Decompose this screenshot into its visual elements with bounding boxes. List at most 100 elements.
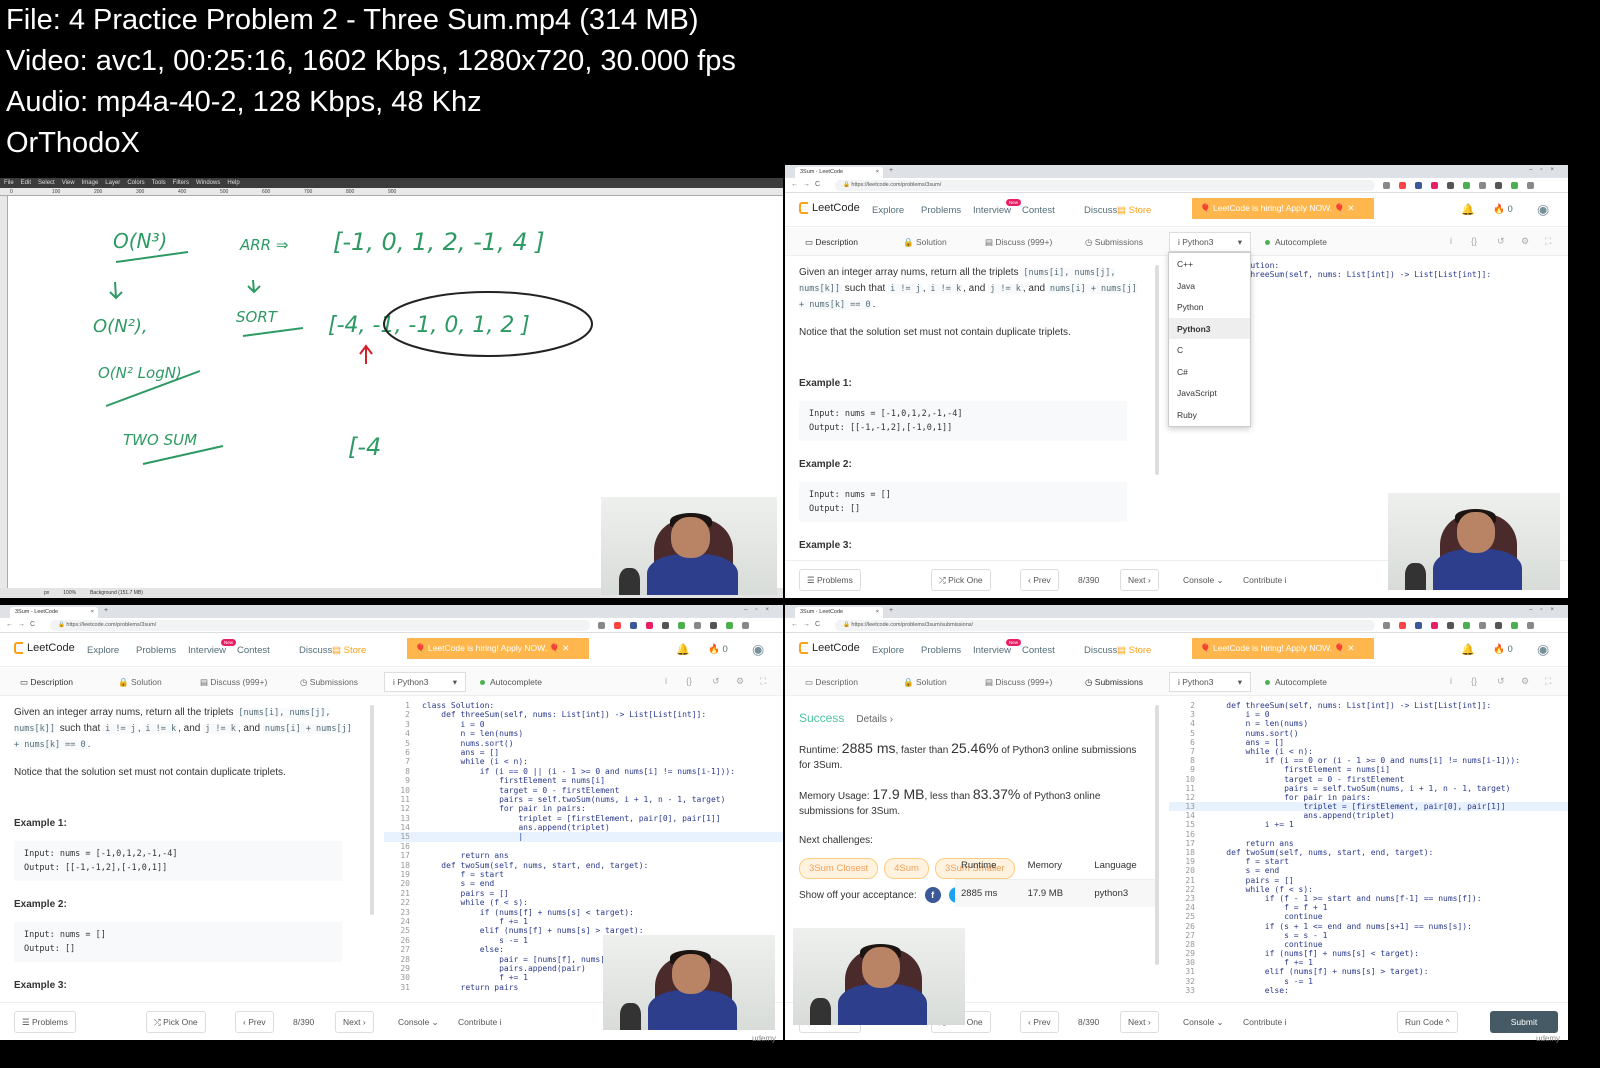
tab-submissions[interactable]: ◷ Submissions — [1085, 677, 1143, 688]
left-pane-scrollbar[interactable] — [1155, 705, 1159, 965]
menu-item-select[interactable]: Select — [38, 180, 55, 186]
contribute-link[interactable]: Contribute i — [1243, 1017, 1286, 1027]
bell-icon[interactable]: 🔔 — [676, 643, 690, 656]
reset-icon[interactable]: ↺ — [1497, 676, 1505, 687]
challenge-chip[interactable]: 3Sum Closest — [799, 858, 879, 879]
hiring-banner[interactable]: 🎈 LeetCode is hiring! Apply NOW. 🎈 ✕ — [1192, 638, 1374, 659]
extension-icon[interactable] — [1511, 182, 1518, 189]
nav-discuss[interactable]: Discuss — [1084, 645, 1117, 656]
tab-submissions[interactable]: ◷ Submissions — [1085, 237, 1143, 248]
notification-count[interactable]: 🔥 0 — [1493, 204, 1513, 215]
language-select[interactable]: i Python3 ▾ — [1169, 672, 1251, 692]
details-link[interactable]: Details › — [856, 714, 893, 725]
browser-nav-buttons[interactable]: ←→C — [791, 621, 825, 628]
browser-nav-buttons[interactable]: ←→C — [791, 181, 825, 188]
extension-icon[interactable] — [1463, 622, 1470, 629]
extension-icon[interactable] — [1447, 182, 1454, 189]
tab-discuss[interactable]: ▤ Discuss (999+) — [985, 677, 1052, 688]
settings-icon[interactable]: ⚙ — [1521, 676, 1529, 687]
hiring-banner[interactable]: 🎈 LeetCode is hiring! Apply NOW. 🎈 ✕ — [407, 638, 589, 659]
language-option[interactable]: Python3 — [1169, 317, 1250, 339]
reset-icon[interactable]: ↺ — [712, 676, 720, 687]
tab-description[interactable]: ▭ Description — [20, 677, 73, 688]
menu-item-windows[interactable]: Windows — [196, 180, 220, 186]
tab-solution[interactable]: 🔒 Solution — [903, 677, 947, 688]
extension-icon[interactable] — [678, 622, 685, 629]
info-icon[interactable]: i — [1450, 236, 1452, 246]
extension-icon[interactable] — [1399, 182, 1406, 189]
language-option[interactable]: Python — [1169, 296, 1250, 318]
challenge-chip[interactable]: 4Sum — [884, 858, 929, 879]
tab-description[interactable]: ▭ Description — [805, 677, 858, 688]
reset-icon[interactable]: ↺ — [1497, 236, 1505, 247]
extension-icon[interactable] — [1495, 182, 1502, 189]
extension-icon[interactable] — [614, 622, 621, 629]
fullscreen-icon[interactable]: ⛶ — [760, 676, 766, 687]
language-select[interactable]: i Python3 ▾ — [1169, 232, 1251, 252]
menu-item-layer[interactable]: Layer — [105, 180, 120, 186]
extension-icon[interactable] — [710, 622, 717, 629]
notification-count[interactable]: 🔥 0 — [1493, 644, 1513, 655]
extension-icon[interactable] — [1383, 622, 1390, 629]
pick-one-button[interactable]: ⤮ Pick One — [146, 1011, 206, 1033]
leetcode-logo[interactable]: LeetCode — [799, 642, 860, 654]
info-icon[interactable]: i — [1450, 676, 1452, 686]
tab-close-icon[interactable]: × — [876, 169, 879, 175]
leetcode-logo[interactable]: LeetCode — [799, 202, 860, 214]
nav-interview[interactable]: Interview New — [188, 639, 237, 656]
console-button[interactable]: Console ⌄ — [1183, 575, 1224, 586]
fullscreen-icon[interactable]: ⛶ — [1545, 236, 1551, 247]
language-select[interactable]: i Python3 ▾ — [384, 672, 466, 692]
nav-problems[interactable]: Problems — [921, 205, 961, 216]
autocomplete-toggle[interactable]: Autocomplete — [1265, 237, 1327, 247]
menu-item-help[interactable]: Help — [227, 180, 239, 186]
autocomplete-toggle[interactable]: Autocomplete — [1265, 677, 1327, 687]
nav-store[interactable]: ▤ Store — [1117, 205, 1151, 216]
menu-item-image[interactable]: Image — [82, 180, 99, 186]
nav-explore[interactable]: Explore — [872, 205, 904, 216]
left-pane-scrollbar[interactable] — [370, 705, 374, 915]
url-input[interactable]: 🔒 https://leetcode.com/problems/3sum/ — [50, 620, 590, 631]
nav-contest[interactable]: Contest — [237, 645, 270, 656]
menu-item-filters[interactable]: Filters — [173, 180, 189, 186]
browser-nav-buttons[interactable]: ←→C — [6, 621, 40, 628]
bell-icon[interactable]: 🔔 — [1461, 203, 1475, 216]
fullscreen-icon[interactable]: ⛶ — [1545, 676, 1551, 687]
tab-solution[interactable]: 🔒 Solution — [118, 677, 162, 688]
bell-icon[interactable]: 🔔 — [1461, 643, 1475, 656]
new-tab-button[interactable]: + — [889, 607, 893, 614]
extension-icon[interactable] — [1479, 622, 1486, 629]
avatar[interactable]: ◉ — [1537, 641, 1549, 658]
info-icon[interactable]: i — [665, 676, 667, 686]
braces-icon[interactable]: {} — [1471, 236, 1477, 246]
url-input[interactable]: 🔒 https://leetcode.com/problems/3sum/sub… — [835, 620, 1375, 631]
prev-button[interactable]: ‹ Prev — [1020, 1011, 1059, 1033]
extension-icon[interactable] — [1463, 182, 1470, 189]
problems-button[interactable]: ☰ Problems — [14, 1011, 76, 1033]
menu-item-view[interactable]: View — [62, 180, 75, 186]
extension-icon[interactable] — [630, 622, 637, 629]
settings-icon[interactable]: ⚙ — [736, 676, 744, 687]
language-option[interactable]: JavaScript — [1169, 382, 1250, 404]
url-input[interactable]: 🔒 https://leetcode.com/problems/3sum/ — [835, 180, 1375, 191]
code-editor[interactable]: 2 def threeSum(self, nums: List[int]) ->… — [1169, 697, 1568, 1002]
tab-discuss[interactable]: ▤ Discuss (999+) — [985, 237, 1052, 248]
language-option[interactable]: Ruby — [1169, 404, 1250, 426]
contribute-link[interactable]: Contribute i — [458, 1017, 501, 1027]
menu-item-tools[interactable]: Tools — [152, 180, 166, 186]
tab-close-icon[interactable]: × — [876, 609, 879, 615]
hiring-banner[interactable]: 🎈 LeetCode is hiring! Apply NOW. 🎈 ✕ — [1192, 198, 1374, 219]
window-controls[interactable]: –▫× — [1529, 167, 1562, 173]
nav-interview[interactable]: Interview New — [973, 199, 1022, 216]
pick-one-button[interactable]: ⤮ Pick One — [931, 569, 991, 591]
prev-button[interactable]: ‹ Prev — [1020, 569, 1059, 591]
tab-close-icon[interactable]: × — [91, 609, 94, 615]
nav-discuss[interactable]: Discuss — [1084, 205, 1117, 216]
leetcode-logo[interactable]: LeetCode — [14, 642, 75, 654]
braces-icon[interactable]: {} — [686, 676, 692, 686]
extension-icon[interactable] — [1479, 182, 1486, 189]
extension-icon[interactable] — [1495, 622, 1502, 629]
prev-button[interactable]: ‹ Prev — [235, 1011, 274, 1033]
extension-icon[interactable] — [726, 622, 733, 629]
window-controls[interactable]: –▫× — [744, 607, 777, 613]
